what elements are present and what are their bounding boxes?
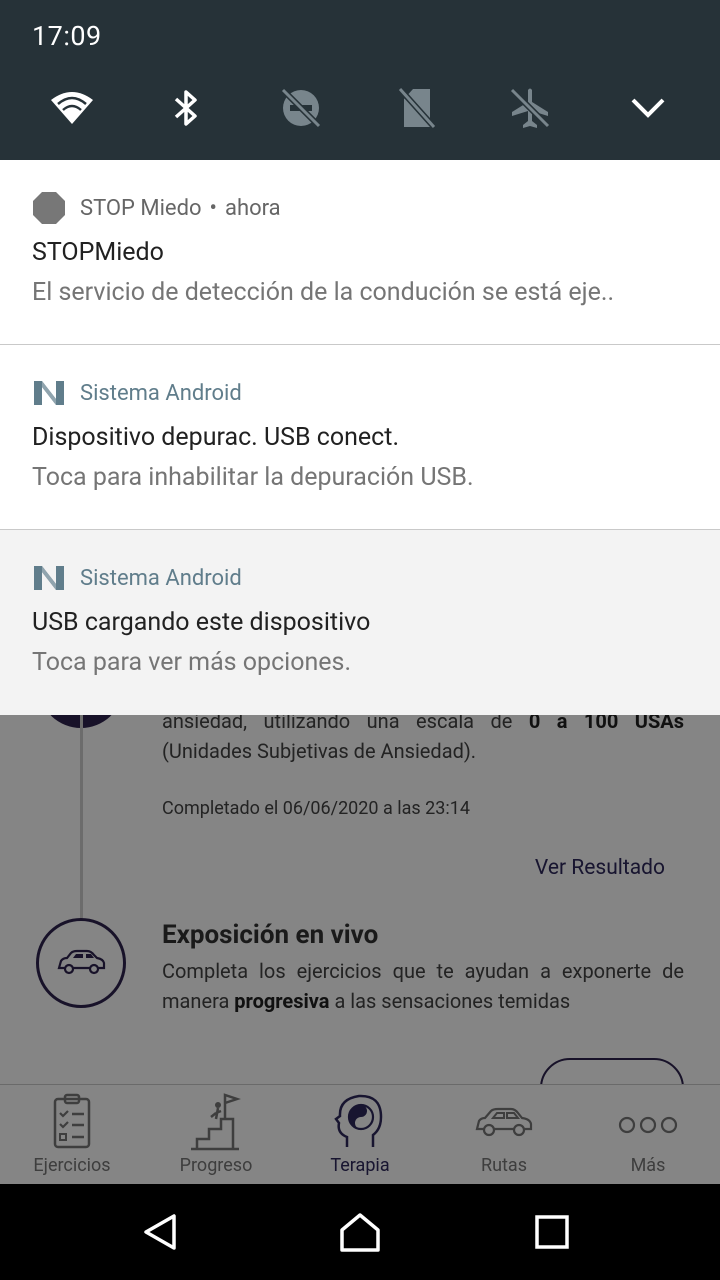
notification-stop-miedo[interactable]: STOP Miedo • ahora STOPMiedo El servicio… xyxy=(0,160,720,345)
back-button[interactable] xyxy=(130,1202,190,1262)
notification-title: USB cargando este dispositivo xyxy=(32,608,371,637)
bluetooth-icon xyxy=(174,90,197,126)
notification-title: Dispositivo depurac. USB conect. xyxy=(32,423,400,452)
do-not-disturb-off-icon xyxy=(280,87,322,129)
expand-chevron-icon xyxy=(631,98,665,118)
notification-usb-debugging[interactable]: Sistema Android Dispositivo depurac. USB… xyxy=(0,345,720,530)
recents-square-icon xyxy=(535,1215,569,1249)
notification-header: STOP Miedo • ahora xyxy=(32,192,281,224)
airplane-mode-off-icon xyxy=(509,87,551,129)
home-icon xyxy=(340,1213,380,1252)
notification-header: Sistema Android xyxy=(32,562,242,594)
wifi-toggle[interactable] xyxy=(42,78,102,138)
wifi-icon xyxy=(51,92,93,124)
status-clock: 17:09 xyxy=(32,20,102,52)
notification-header: Sistema Android xyxy=(32,377,242,409)
sim-toggle[interactable] xyxy=(387,78,447,138)
home-button[interactable] xyxy=(330,1202,390,1262)
android-n-icon xyxy=(34,381,64,405)
notification-text: Toca para ver más opciones. xyxy=(32,648,352,677)
quick-settings-panel: 17:09 xyxy=(0,0,720,160)
notification-usb-charging[interactable]: Sistema Android USB cargando este dispos… xyxy=(0,530,720,715)
notification-text: El servicio de detección de la condución… xyxy=(32,278,615,307)
recents-button[interactable] xyxy=(522,1202,582,1262)
do-not-disturb-toggle[interactable] xyxy=(271,78,331,138)
system-navigation-bar xyxy=(0,1184,720,1280)
expand-quick-settings[interactable] xyxy=(618,78,678,138)
no-sim-icon xyxy=(397,86,437,130)
back-triangle-icon xyxy=(144,1214,176,1250)
notification-title: STOPMiedo xyxy=(32,238,164,267)
notification-text: Toca para inhabilitar la depuración USB. xyxy=(32,463,474,492)
airplane-mode-toggle[interactable] xyxy=(500,78,560,138)
android-n-icon xyxy=(34,566,64,590)
stop-octagon-icon xyxy=(33,192,65,224)
bluetooth-toggle[interactable] xyxy=(156,78,216,138)
